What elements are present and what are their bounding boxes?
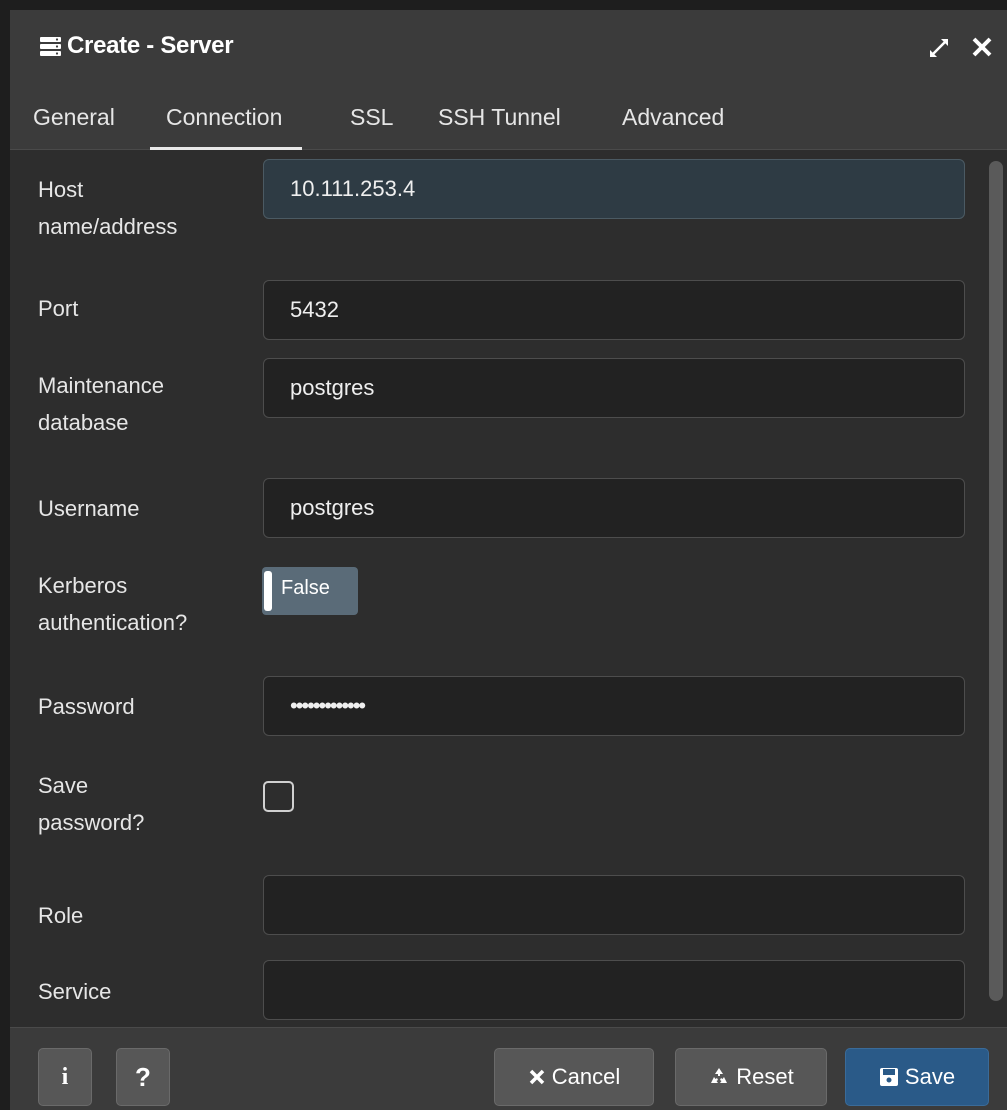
save-label: Save bbox=[904, 1064, 956, 1089]
tab-general[interactable]: General bbox=[33, 104, 115, 131]
help-icon: ? bbox=[135, 1061, 151, 1092]
host-label: Host name/address bbox=[38, 171, 177, 245]
info-icon: i bbox=[61, 1063, 69, 1090]
username-label: Username bbox=[38, 496, 140, 521]
role-input[interactable] bbox=[263, 875, 965, 935]
cancel-icon bbox=[529, 1069, 544, 1085]
service-input[interactable] bbox=[263, 960, 965, 1020]
save-password-label: Save password? bbox=[38, 767, 144, 841]
info-button[interactable]: i bbox=[38, 1048, 92, 1106]
expand-icon[interactable] bbox=[927, 36, 951, 60]
save-password-label-line1: Save bbox=[38, 773, 89, 798]
save-icon bbox=[879, 1068, 898, 1086]
create-server-dialog: Create - Server General Connection SSL S… bbox=[10, 10, 1007, 1110]
save-button[interactable]: Save bbox=[845, 1048, 989, 1106]
port-label: Port bbox=[38, 296, 79, 321]
close-icon[interactable] bbox=[971, 36, 993, 58]
role-label: Role bbox=[38, 903, 84, 928]
toggle-handle bbox=[264, 571, 272, 611]
password-input[interactable]: ••••••••••••• bbox=[263, 676, 965, 736]
save-password-label-line2: password? bbox=[38, 810, 145, 835]
kerberos-label-line1: Kerberos bbox=[38, 573, 128, 598]
maintenance-database-label: Maintenance database bbox=[38, 367, 164, 441]
save-password-checkbox[interactable] bbox=[263, 781, 294, 812]
recycle-icon bbox=[711, 1068, 728, 1083]
cancel-button[interactable]: Cancel bbox=[494, 1048, 654, 1106]
port-input[interactable]: 5432 bbox=[263, 280, 965, 340]
reset-label: Reset bbox=[736, 1064, 794, 1089]
kerberos-toggle[interactable]: False bbox=[262, 567, 358, 615]
host-label-line1: Host bbox=[38, 177, 84, 202]
maintenance-database-input[interactable]: postgres bbox=[263, 358, 965, 418]
connection-form: Host name/address 10.111.253.4 Port 5432… bbox=[10, 150, 1007, 1027]
tab-ssl[interactable]: SSL bbox=[350, 104, 393, 131]
dialog-titlebar[interactable]: Create - Server bbox=[10, 10, 1007, 84]
tab-connection[interactable]: Connection bbox=[149, 104, 303, 150]
tab-ssh-tunnel[interactable]: SSH Tunnel bbox=[438, 104, 561, 131]
dialog-title: Create - Server bbox=[67, 32, 234, 59]
server-icon bbox=[40, 37, 61, 56]
reset-button[interactable]: Reset bbox=[675, 1048, 827, 1106]
service-label: Service bbox=[38, 979, 112, 1004]
tab-bar: General Connection SSL SSH Tunnel Advanc… bbox=[10, 84, 1007, 150]
kerberos-label-line2: authentication? bbox=[38, 610, 188, 635]
tab-advanced[interactable]: Advanced bbox=[622, 104, 724, 131]
host-input[interactable]: 10.111.253.4 bbox=[263, 159, 965, 219]
help-button[interactable]: ? bbox=[116, 1048, 170, 1106]
username-input[interactable]: postgres bbox=[263, 478, 965, 538]
maintenance-label-line1: Maintenance bbox=[38, 373, 164, 398]
host-label-line2: name/address bbox=[38, 214, 178, 239]
password-label: Password bbox=[38, 694, 135, 719]
dialog-footer: i ? Cancel Reset Save bbox=[10, 1027, 1007, 1110]
kerberos-toggle-value: False bbox=[281, 577, 330, 599]
kerberos-label: Kerberos authentication? bbox=[38, 567, 187, 641]
maintenance-label-line2: database bbox=[38, 410, 129, 435]
cancel-label: Cancel bbox=[551, 1064, 621, 1089]
vertical-scrollbar[interactable] bbox=[989, 161, 1003, 1001]
